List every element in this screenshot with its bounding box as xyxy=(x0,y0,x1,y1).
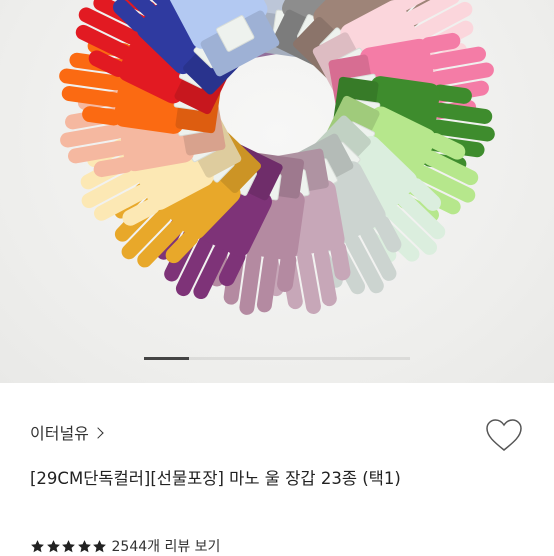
brand-link[interactable]: 이터널유 xyxy=(30,420,104,444)
product-image-gallery[interactable] xyxy=(0,0,554,383)
gallery-progress-indicator xyxy=(144,357,190,360)
gloves-product-photo xyxy=(59,0,495,315)
star-icon xyxy=(46,539,60,552)
star-icon xyxy=(93,539,106,552)
star-icon xyxy=(62,539,75,552)
chevron-right-icon xyxy=(92,426,104,439)
gallery-progress-bar xyxy=(144,357,410,360)
rating-stars xyxy=(30,539,108,554)
product-title: [29CM단독컬러][선물포장] 마노 울 장갑 23종 (택1) xyxy=(30,469,401,488)
reviews-link[interactable]: 2544개 리뷰 보기 xyxy=(30,536,220,556)
star-icon xyxy=(77,539,91,552)
review-count-text: 2544개 리뷰 보기 xyxy=(111,539,221,555)
heart-icon[interactable] xyxy=(484,417,524,453)
brand-name: 이터널유 xyxy=(30,424,89,443)
star-icon xyxy=(31,539,44,552)
